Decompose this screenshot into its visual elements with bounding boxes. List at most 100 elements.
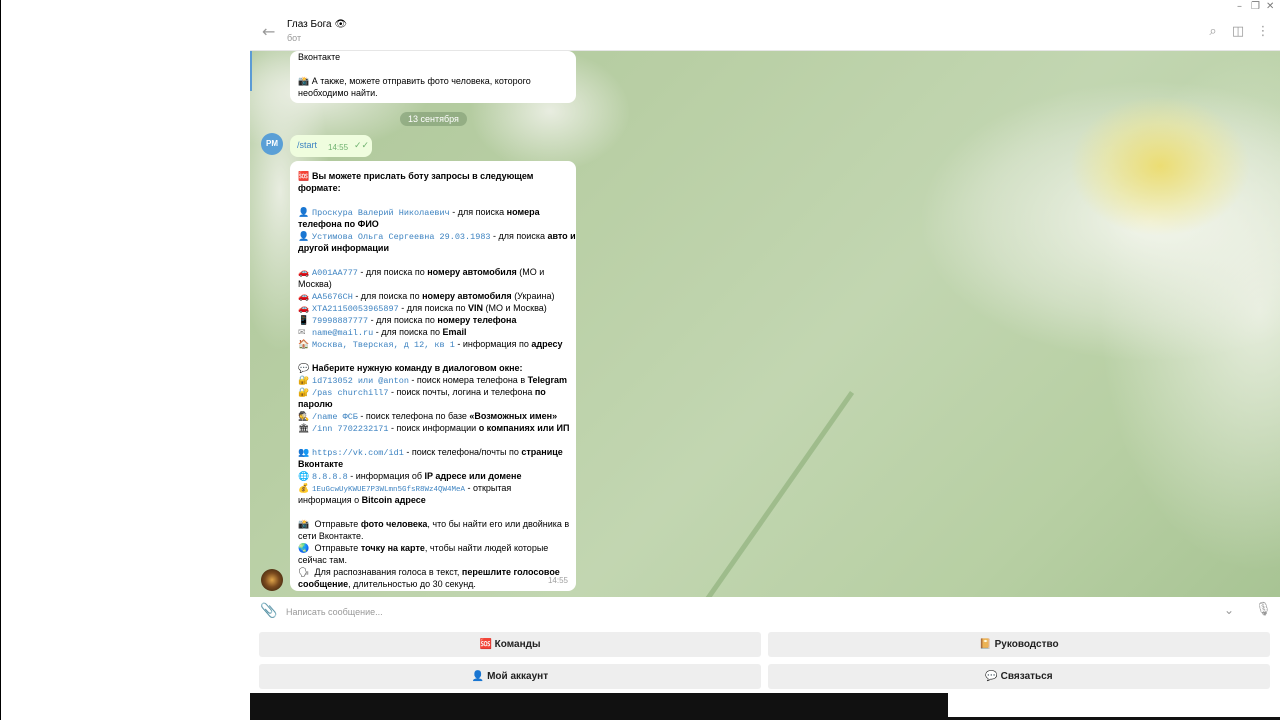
desc-bold: Bitcoin адресе bbox=[361, 495, 426, 505]
desc-text: (Украина) bbox=[511, 291, 555, 301]
desc-text: - для поиска по bbox=[398, 303, 469, 313]
desc-bold: другой информации bbox=[298, 243, 390, 253]
desc-text: - для поиска по bbox=[368, 315, 438, 325]
maximize-icon[interactable]: ❐ bbox=[1251, 0, 1260, 14]
outgoing-message: /start 14:55 ✓✓ bbox=[290, 135, 372, 157]
message-input-bar: 📎 ⌄ 🎙 bbox=[250, 597, 1280, 627]
message-input[interactable] bbox=[286, 605, 1186, 619]
desc-bold: телефона по ФИО bbox=[298, 219, 379, 229]
search-icon[interactable]: ⌕ bbox=[1205, 24, 1221, 40]
example-query[interactable]: АА5676СН bbox=[312, 292, 353, 302]
desc-bold: номера bbox=[506, 207, 540, 217]
message-time: 14:55 bbox=[328, 143, 349, 152]
desc-text: Отправьте bbox=[312, 519, 361, 529]
commands-heading: Наберите нужную команду в диалоговом окн… bbox=[312, 363, 523, 373]
example-query[interactable]: 1EuGcwUyKWUE7P3WLmn5GfsR8Wz4QW4MeA bbox=[312, 486, 465, 494]
intro-text: Вы можете прислать боту запросы в следую… bbox=[312, 171, 534, 181]
my-account-button[interactable]: 👤 Мой аккаунт bbox=[259, 664, 761, 689]
chat-header: ← Глаз Бога 👁 бот ⌕ ◫ ⋮ bbox=[250, 14, 1280, 51]
intro-text: формате: bbox=[298, 183, 341, 193]
example-link[interactable]: https://vk.com/id1 bbox=[312, 448, 404, 458]
message-line: 📸 А также, можете отправить фото человек… bbox=[298, 76, 531, 86]
background-flower-stem bbox=[677, 391, 855, 597]
bot-help-message: 🆘 Вы можете прислать боту запросы в следу… bbox=[290, 161, 576, 591]
chat-title[interactable]: Глаз Бога 👁 bbox=[287, 19, 347, 30]
desc-text: (МО и bbox=[516, 267, 545, 277]
contact-button[interactable]: 💬 Связаться bbox=[768, 664, 1270, 689]
desc-text: - для поиска bbox=[449, 207, 507, 217]
example-query[interactable]: 8.8.8.8 bbox=[312, 472, 348, 482]
desc-bold: странице bbox=[521, 447, 563, 457]
outgoing-command-link[interactable]: /start bbox=[297, 140, 317, 150]
example-query[interactable]: Москва, Тверская, д 12, кв 1 bbox=[312, 340, 455, 350]
desc-text: сети Вконтакте. bbox=[298, 531, 364, 541]
previous-bot-message: Вконтакте 📸 А также, можете отправить фо… bbox=[290, 51, 576, 103]
desc-bold: точку на карте bbox=[360, 543, 425, 553]
sidebar-icon[interactable]: ◫ bbox=[1230, 24, 1246, 40]
example-query[interactable]: 79998887777 bbox=[312, 316, 368, 326]
example-query[interactable]: id713052 или @anton bbox=[312, 376, 409, 386]
user-avatar[interactable]: PM bbox=[261, 133, 283, 155]
desc-bold: адресу bbox=[531, 339, 563, 349]
desc-bold: перешлите голосовое bbox=[461, 567, 560, 577]
desc-bold: по bbox=[534, 387, 546, 397]
desc-bold: о компаниях или ИП bbox=[478, 423, 570, 433]
desc-text: - информация по bbox=[454, 339, 532, 349]
desc-bold: номеру телефона bbox=[437, 315, 517, 325]
desc-bold: фото человека bbox=[360, 519, 428, 529]
desc-text: - информация об bbox=[347, 471, 425, 481]
desc-bold: «Возможных имен» bbox=[469, 411, 558, 421]
example-query[interactable]: XTA21150053965897 bbox=[312, 304, 399, 314]
close-icon[interactable]: ✕ bbox=[1266, 0, 1274, 14]
desc-bold: паролю bbox=[298, 399, 333, 409]
example-query[interactable]: Устимова Ольга Сергеевна 29.03.1983 bbox=[312, 232, 491, 242]
desc-text: - поиск телефона по базе bbox=[357, 411, 470, 421]
chevron-down-icon[interactable]: ⌄ bbox=[1224, 603, 1234, 617]
desc-bold: сообщение bbox=[298, 579, 349, 589]
desc-text: (МО и Москва) bbox=[483, 303, 547, 313]
example-query[interactable]: name@mail.ru bbox=[312, 328, 373, 338]
example-query[interactable]: /pas churchill7 bbox=[312, 388, 389, 398]
scroll-accent-line bbox=[250, 51, 252, 91]
desc-text: - для поиска по bbox=[352, 291, 423, 301]
desc-text: , чтобы найти людей которые bbox=[424, 543, 549, 553]
desc-bold: номеру автомобиля bbox=[427, 267, 517, 277]
mic-icon[interactable]: 🎙 bbox=[1255, 602, 1272, 617]
more-vert-icon[interactable]: ⋮ bbox=[1255, 24, 1271, 40]
back-arrow-icon[interactable]: ← bbox=[262, 22, 280, 42]
desc-text: - для поиска по bbox=[373, 327, 443, 337]
commands-button[interactable]: 🆘 Команды bbox=[259, 632, 761, 657]
left-edge-line bbox=[0, 0, 1, 720]
taskbar-white-area bbox=[948, 693, 1280, 717]
message-time: 14:55 bbox=[547, 576, 568, 585]
desc-bold: IP адресе или домене bbox=[424, 471, 522, 481]
message-line: Вконтакте bbox=[298, 52, 341, 62]
bot-keyboard: 🆘 Команды 📔 Руководство 👤 Мой аккаунт 💬 … bbox=[250, 627, 1280, 693]
desc-text: - для поиска по bbox=[357, 267, 428, 277]
left-blank-area bbox=[0, 0, 250, 720]
desc-text: - для поиска bbox=[490, 231, 548, 241]
desc-text: - поиск информации bbox=[388, 423, 479, 433]
desc-text: - открытая bbox=[465, 483, 512, 493]
desc-text: информация о bbox=[298, 495, 362, 505]
example-query[interactable]: /name ФСБ bbox=[312, 412, 358, 422]
example-query[interactable]: А001АА777 bbox=[312, 268, 358, 278]
message-line: необходимо найти. bbox=[298, 88, 378, 98]
desc-text: , что бы найти его или двойника в bbox=[427, 519, 570, 529]
desc-text: , длительностью до 30 секунд. bbox=[348, 579, 476, 589]
bot-avatar[interactable] bbox=[261, 569, 283, 591]
guide-button[interactable]: 📔 Руководство bbox=[768, 632, 1270, 657]
chat-subtitle: бот bbox=[287, 33, 302, 43]
desc-bold: Вконтакте bbox=[298, 459, 344, 469]
example-query[interactable]: Проскура Валерий Николаевич bbox=[312, 208, 450, 218]
minimize-icon[interactable]: – bbox=[1237, 0, 1242, 14]
example-query[interactable]: /inn 7702232171 bbox=[312, 424, 389, 434]
telegram-window: – ❐ ✕ ← Глаз Бога 👁 бот ⌕ ◫ ⋮ Вконтакте … bbox=[250, 0, 1280, 720]
desc-text: Москва) bbox=[298, 279, 332, 289]
desc-bold: Telegram bbox=[527, 375, 567, 385]
attach-icon[interactable]: 📎 bbox=[260, 603, 277, 619]
desc-text: - поиск телефона/почты по bbox=[403, 447, 522, 457]
date-divider: 13 сентября bbox=[400, 112, 467, 126]
desc-bold: Email bbox=[442, 327, 467, 337]
chat-area[interactable]: Вконтакте 📸 А также, можете отправить фо… bbox=[250, 51, 1280, 597]
